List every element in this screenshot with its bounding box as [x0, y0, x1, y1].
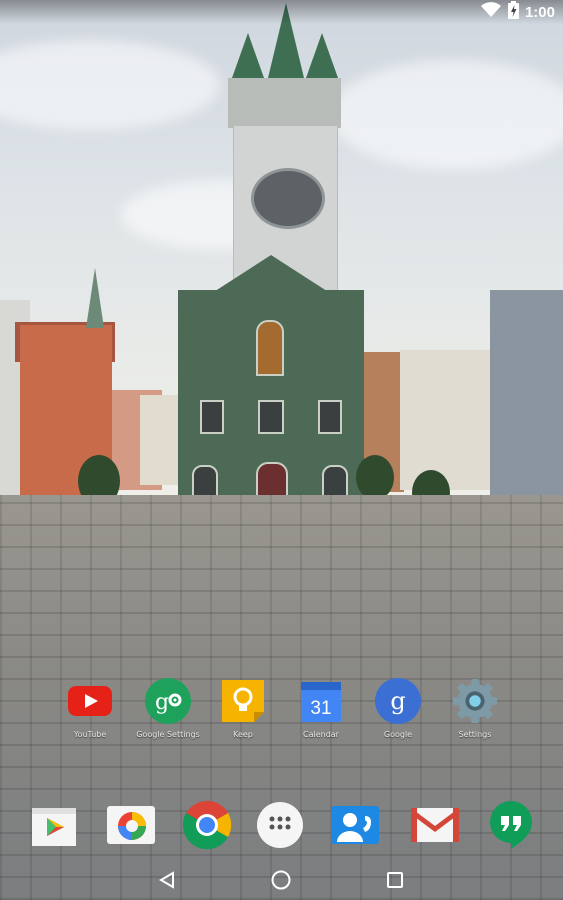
- hangouts-icon: [488, 799, 534, 855]
- status-time: 1:00: [524, 3, 555, 21]
- play-store-icon: [28, 802, 80, 852]
- settings-icon: [452, 678, 498, 724]
- status-icons: 1:00: [480, 1, 563, 23]
- app-calendar[interactable]: 31 Calendar: [291, 678, 351, 739]
- app-settings[interactable]: Settings: [445, 678, 505, 739]
- wallpaper-building: [140, 395, 178, 485]
- chrome-icon: [182, 800, 232, 854]
- dock-contacts[interactable]: [328, 800, 382, 854]
- dock-app-drawer[interactable]: [253, 800, 307, 854]
- wallpaper-spire: [86, 268, 104, 328]
- nav-recents-button[interactable]: [380, 870, 410, 894]
- home-app-row: YouTube g Google Settings Keep 31 Calend…: [0, 678, 563, 748]
- app-youtube[interactable]: YouTube: [60, 678, 120, 739]
- dock-play-store[interactable]: [27, 800, 81, 854]
- gmail-icon: [409, 804, 461, 850]
- dock-photos[interactable]: [104, 800, 158, 854]
- app-label: Google: [383, 730, 413, 739]
- dock-hangouts[interactable]: [484, 800, 538, 854]
- app-keep[interactable]: Keep: [213, 678, 273, 739]
- youtube-icon: [67, 678, 113, 724]
- google-settings-icon: g: [145, 678, 191, 724]
- svg-text:31: 31: [310, 698, 331, 719]
- wallpaper-church: [178, 290, 364, 505]
- app-google[interactable]: g Google: [368, 678, 428, 739]
- dock-gmail[interactable]: [408, 800, 462, 854]
- wallpaper-tower-top: [228, 78, 341, 128]
- app-label: YouTube: [73, 730, 107, 739]
- photos-icon: [105, 802, 157, 852]
- svg-text:g: g: [155, 690, 169, 715]
- wallpaper-spire: [306, 33, 338, 78]
- wallpaper: [0, 0, 563, 900]
- app-google-settings[interactable]: g Google Settings: [136, 678, 200, 739]
- nav-back-button[interactable]: [152, 870, 182, 894]
- dock: [0, 800, 563, 854]
- dock-chrome[interactable]: [180, 800, 234, 854]
- recents-icon: [385, 870, 405, 894]
- nav-home-button[interactable]: [266, 870, 296, 894]
- app-label: Settings: [458, 730, 492, 739]
- wallpaper-building: [400, 350, 492, 490]
- home-icon: [270, 869, 292, 895]
- wallpaper-tree: [356, 455, 394, 500]
- status-bar: 1:00: [0, 0, 563, 24]
- app-label: Google Settings: [136, 730, 200, 739]
- app-label: Keep: [233, 730, 253, 739]
- wallpaper-cloud: [330, 60, 563, 170]
- back-icon: [157, 870, 177, 894]
- keep-icon: [220, 678, 266, 724]
- google-search-icon: g: [375, 678, 421, 724]
- app-label: Calendar: [303, 730, 339, 739]
- navigation-bar: [0, 862, 563, 900]
- wallpaper-clock-face: [251, 168, 325, 229]
- contacts-icon: [329, 802, 381, 852]
- app-drawer-icon: [256, 801, 304, 853]
- wallpaper-building: [490, 290, 563, 505]
- svg-text:g: g: [390, 687, 405, 715]
- battery-charging-icon: [507, 1, 519, 23]
- calendar-icon: 31: [298, 678, 344, 724]
- wallpaper-spire: [232, 33, 264, 78]
- wifi-icon: [480, 2, 502, 22]
